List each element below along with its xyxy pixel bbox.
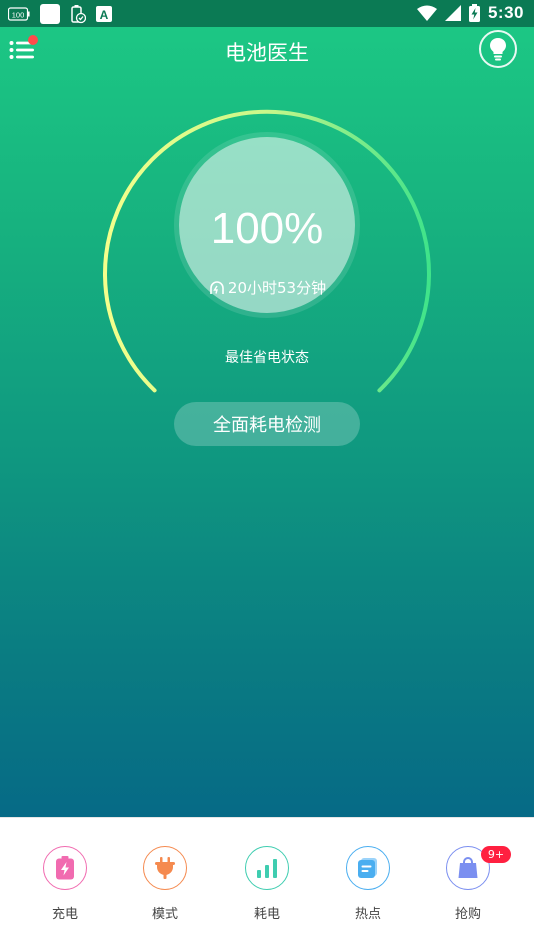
charging-icon	[56, 856, 74, 880]
battery-100-icon: 100	[8, 7, 30, 21]
battery-doctor-screen: 100 A 5:30 电池医生 100% 20小时53分钟 最佳省电状态 全面耗…	[0, 0, 534, 950]
battery-percent: 100%	[210, 204, 324, 253]
status-bar: 100 A 5:30	[0, 0, 534, 27]
nav-item-mode[interactable]: 模式	[130, 846, 200, 922]
bar-chart-icon	[257, 859, 277, 878]
nav-label: 充电	[51, 907, 78, 922]
remaining-time: 20小时53分钟	[227, 279, 327, 297]
nav-icon-circle	[346, 846, 390, 890]
notification-badge: 9+	[481, 846, 511, 863]
full-check-button[interactable]: 全面耗电检测	[174, 402, 360, 446]
nav-icon-circle	[143, 846, 187, 890]
plug-icon	[155, 857, 175, 879]
nav-label: 模式	[151, 907, 178, 922]
nav-item-consumption[interactable]: 耗电	[232, 846, 302, 922]
news-icon	[358, 858, 377, 878]
wifi-icon	[416, 5, 437, 22]
nav-item-flash-sale[interactable]: 抢购 9+	[433, 846, 511, 922]
nav-item-charging[interactable]: 充电	[30, 846, 100, 922]
battery-icon-label: 100	[12, 11, 25, 20]
nav-icon-circle	[43, 846, 87, 890]
status-time: 5:30	[487, 3, 524, 22]
cell-signal-icon	[444, 5, 461, 21]
nav-label: 热点	[354, 907, 381, 922]
battery-check-icon	[70, 4, 86, 24]
nav-label: 抢购	[454, 907, 481, 922]
a-letter-icon: A	[96, 6, 112, 22]
main-panel: 电池医生 100% 20小时53分钟 最佳省电状态 全面耗电检测	[0, 27, 534, 817]
bottom-navigation: 充电 模式 耗电 热点 抢购 9+	[0, 817, 534, 950]
shopping-bag-icon	[458, 857, 478, 878]
battery-charging-icon	[468, 4, 480, 22]
nav-label: 耗电	[253, 907, 280, 922]
recharge-icon	[210, 280, 224, 294]
remaining-time-row: 20小时53分钟	[0, 277, 534, 298]
app-square-icon	[40, 4, 60, 24]
svg-text:A: A	[100, 8, 109, 22]
nav-icon-circle	[245, 846, 289, 890]
power-status: 最佳省电状态	[225, 350, 309, 366]
nav-item-hotspot[interactable]: 热点	[333, 846, 403, 922]
